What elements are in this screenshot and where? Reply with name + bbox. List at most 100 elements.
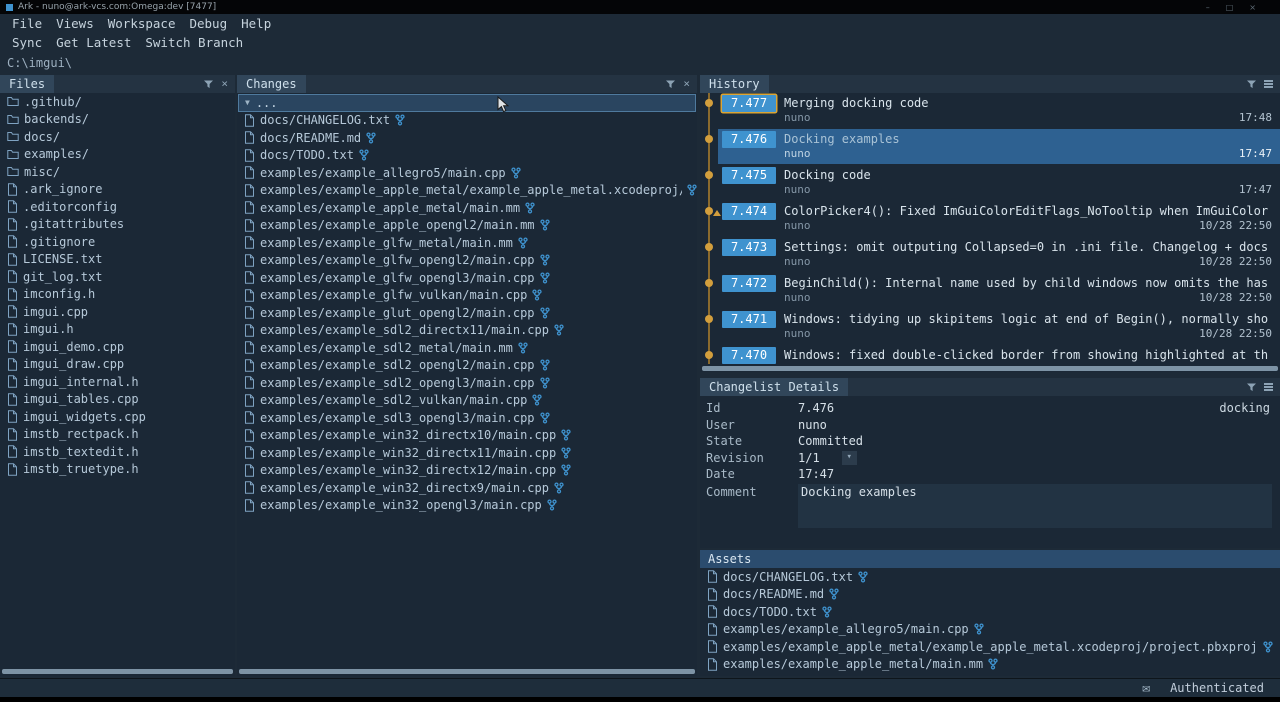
graph-dot-icon (705, 315, 713, 323)
menu-icon[interactable] (1264, 382, 1273, 393)
changes-root-row[interactable]: ▼ ... (238, 94, 696, 112)
menu-icon[interactable] (1264, 79, 1273, 90)
revision-badge: 7.473 (722, 239, 776, 256)
file-tree-item[interactable]: imgui.h (0, 321, 235, 339)
graph-dot-icon (705, 279, 713, 287)
changed-file-row[interactable]: examples/example_sdl2_opengl2/main.cpp (237, 357, 697, 375)
commit-author: nuno (784, 183, 1276, 197)
branch-icon (540, 377, 550, 389)
file-tree-item[interactable]: imgui_tables.cpp (0, 391, 235, 409)
changes-horizontal-scrollbar[interactable] (239, 669, 695, 674)
close-panel-icon[interactable]: × (683, 79, 690, 89)
file-tree-item[interactable]: .gitattributes (0, 216, 235, 234)
file-tree-item[interactable]: imconfig.h (0, 286, 235, 304)
commit-row[interactable]: 7.476 Docking examples nuno 17:47 (700, 129, 1280, 165)
file-tree-item[interactable]: .ark_ignore (0, 181, 235, 199)
file-tree-item[interactable]: .editorconfig (0, 198, 235, 216)
changed-file-row[interactable]: docs/CHANGELOG.txt (237, 112, 697, 130)
file-tree-item[interactable]: .github/ (0, 93, 235, 111)
file-tree-item[interactable]: imgui_demo.cpp (0, 338, 235, 356)
asset-row[interactable]: examples/example_allegro5/main.cpp (700, 621, 1280, 639)
history-horizontal-scrollbar[interactable] (702, 366, 1278, 371)
changed-file-row[interactable]: examples/example_glfw_opengl2/main.cpp (237, 252, 697, 270)
menu-item[interactable]: File (5, 15, 49, 32)
commit-row[interactable]: 7.475 Docking code nuno 17:47 (700, 165, 1280, 201)
changed-file-row[interactable]: docs/README.md (237, 129, 697, 147)
changed-file-row[interactable]: examples/example_win32_directx12/main.cp… (237, 462, 697, 480)
branch-icon (554, 324, 564, 336)
changed-file-row[interactable]: docs/TODO.txt (237, 147, 697, 165)
close-panel-icon[interactable]: × (221, 79, 228, 89)
asset-row[interactable]: examples/example_apple_metal/example_app… (700, 638, 1280, 656)
file-icon (7, 323, 18, 336)
menu-item[interactable]: Views (49, 15, 101, 32)
changed-file-row[interactable]: examples/example_glut_opengl2/main.cpp (237, 304, 697, 322)
file-tree-item[interactable]: imgui_widgets.cpp (0, 408, 235, 426)
changed-file-row[interactable]: examples/example_glfw_vulkan/main.cpp (237, 287, 697, 305)
changed-file-row[interactable]: examples/example_apple_metal/example_app… (237, 182, 697, 200)
toolbar-button[interactable]: Get Latest (49, 34, 138, 51)
asset-row[interactable]: docs/TODO.txt (700, 603, 1280, 621)
maximize-button[interactable]: □ (1226, 3, 1234, 12)
filter-icon[interactable] (1247, 80, 1256, 89)
file-tree-item[interactable]: imstb_textedit.h (0, 443, 235, 461)
file-tree-item[interactable]: imgui.cpp (0, 303, 235, 321)
file-tree-item[interactable]: imstb_rectpack.h (0, 426, 235, 444)
changed-file-row[interactable]: examples/example_glfw_opengl3/main.cpp (237, 269, 697, 287)
changed-file-row[interactable]: examples/example_sdl2_metal/main.mm (237, 339, 697, 357)
changed-file-row[interactable]: examples/example_allegro5/main.cpp (237, 164, 697, 182)
assets-panel-header[interactable]: Assets (700, 550, 1280, 568)
chevron-down-icon[interactable]: ▼ (245, 98, 250, 107)
file-tree-item[interactable]: git_log.txt (0, 268, 235, 286)
changed-file-row[interactable]: examples/example_win32_directx9/main.cpp (237, 479, 697, 497)
graph-dot-icon (705, 171, 713, 179)
files-horizontal-scrollbar[interactable] (2, 669, 233, 674)
mail-icon[interactable]: ✉ (1142, 681, 1150, 696)
changed-file-row[interactable]: examples/example_sdl2_opengl3/main.cpp (237, 374, 697, 392)
files-panel-header: Files × (0, 75, 235, 93)
file-tree-item[interactable]: examples/ (0, 146, 235, 164)
changed-file-row[interactable]: examples/example_sdl2_directx11/main.cpp (237, 322, 697, 340)
asset-row[interactable]: docs/README.md (700, 586, 1280, 604)
commit-row[interactable]: 7.473 Settings: omit outputing Collapsed… (700, 237, 1280, 273)
file-tree-item[interactable]: LICENSE.txt (0, 251, 235, 269)
commit-row[interactable]: 7.470 Windows: fixed double-clicked bord… (700, 345, 1280, 364)
file-tree-item[interactable]: misc/ (0, 163, 235, 181)
commit-row[interactable]: 7.477 Merging docking code nuno 17:48 (700, 93, 1280, 129)
commit-row[interactable]: 7.472 BeginChild(): Internal name used b… (700, 273, 1280, 309)
commit-row[interactable]: 7.474 ColorPicker4(): Fixed ImGuiColorEd… (700, 201, 1280, 237)
toolbar-button[interactable]: Switch Branch (138, 34, 250, 51)
changed-file-row[interactable]: examples/example_apple_opengl2/main.mm (237, 217, 697, 235)
changed-file-row[interactable]: examples/example_sdl3_opengl3/main.cpp (237, 409, 697, 427)
menu-item[interactable]: Help (234, 15, 278, 32)
commit-row[interactable]: 7.471 Windows: tidying up skipitems logi… (700, 309, 1280, 345)
filter-icon[interactable] (1247, 383, 1256, 392)
file-tree-item[interactable]: imstb_truetype.h (0, 461, 235, 479)
filter-icon[interactable] (204, 80, 213, 89)
asset-row[interactable]: docs/CHANGELOG.txt (700, 568, 1280, 586)
menu-item[interactable]: Workspace (101, 15, 183, 32)
close-button[interactable]: × (1249, 3, 1256, 12)
changed-file-row[interactable]: examples/example_apple_metal/main.mm (237, 199, 697, 217)
asset-row[interactable]: examples/example_apple_metal/main.mm (700, 656, 1280, 674)
comment-value[interactable]: Docking examples (798, 484, 1272, 528)
commit-message: Docking examples (784, 131, 1276, 147)
minimize-button[interactable]: – (1206, 3, 1210, 12)
revision-dropdown[interactable]: ▾ (842, 451, 857, 465)
branch-icon (858, 571, 868, 583)
changed-file-row[interactable]: examples/example_glfw_metal/main.mm (237, 234, 697, 252)
file-tree-item[interactable]: imgui_draw.cpp (0, 356, 235, 374)
changed-file-row[interactable]: examples/example_win32_directx10/main.cp… (237, 427, 697, 445)
changed-file-row[interactable]: examples/example_win32_directx11/main.cp… (237, 444, 697, 462)
file-icon (244, 464, 255, 477)
folder-icon (7, 114, 19, 125)
toolbar-button[interactable]: Sync (5, 34, 49, 51)
file-tree-item[interactable]: docs/ (0, 128, 235, 146)
file-tree-item[interactable]: imgui_internal.h (0, 373, 235, 391)
changed-file-row[interactable]: examples/example_sdl2_vulkan/main.cpp (237, 392, 697, 410)
menu-item[interactable]: Debug (182, 15, 234, 32)
file-tree-item[interactable]: backends/ (0, 111, 235, 129)
file-tree-item[interactable]: .gitignore (0, 233, 235, 251)
filter-icon[interactable] (666, 80, 675, 89)
changed-file-row[interactable]: examples/example_win32_opengl3/main.cpp (237, 497, 697, 515)
